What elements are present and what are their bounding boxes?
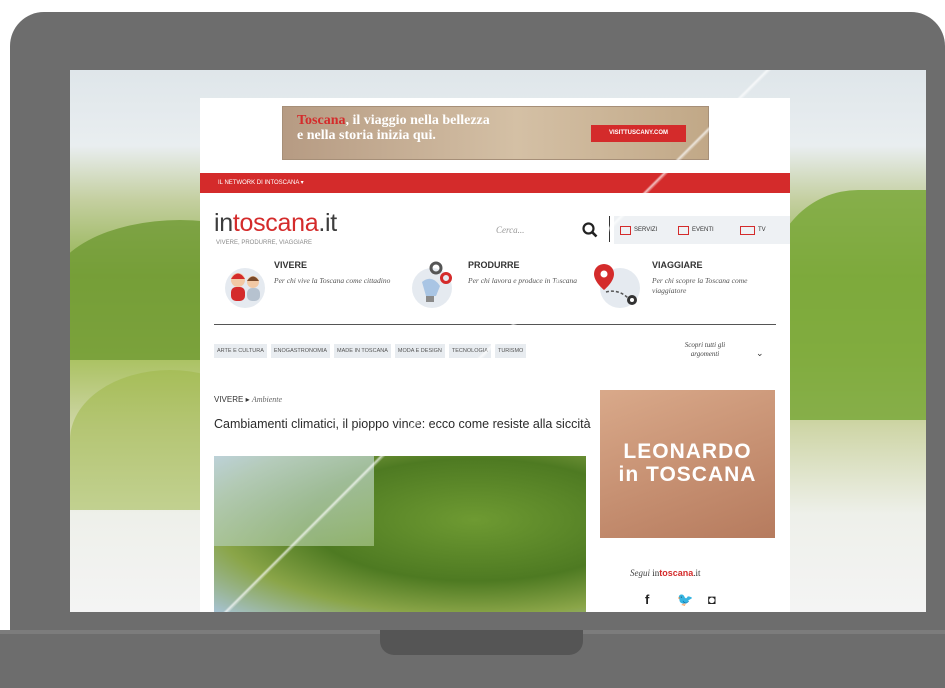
- photo-sky: [214, 456, 374, 546]
- all-topics-link[interactable]: Scopri tutti gli argomenti: [670, 341, 740, 359]
- breadcrumb-section[interactable]: VIVERE: [214, 395, 243, 404]
- breadcrumb-sub[interactable]: Ambiente: [252, 395, 282, 404]
- topic-tag[interactable]: TURISMO: [494, 344, 527, 358]
- category-desc: Per chi vive la Toscana come cittadino: [274, 276, 391, 285]
- people-icon: [225, 268, 265, 308]
- divider: [214, 324, 776, 325]
- search-input[interactable]: Cerca...: [496, 225, 524, 235]
- instagram-icon[interactable]: ◘: [708, 592, 716, 607]
- chevron-down-icon[interactable]: ⌄: [756, 348, 764, 359]
- category-title: VIAGGIARE: [652, 260, 703, 270]
- twitter-icon[interactable]: 🐦: [677, 592, 693, 608]
- website-page: Toscana, il viaggio nella bellezza e nell…: [200, 98, 790, 612]
- service-label: TV: [758, 227, 766, 233]
- laptop-frame: Toscana, il viaggio nella bellezza e nell…: [10, 12, 945, 642]
- facebook-icon[interactable]: f: [645, 592, 649, 607]
- topic-tag[interactable]: TECNOLOGIA: [448, 344, 491, 358]
- logo-tagline: VIVERE, PRODURRE, VIAGGIARE: [216, 240, 313, 246]
- service-tv[interactable]: TV: [740, 220, 766, 240]
- service-eventi[interactable]: EVENTI: [678, 220, 714, 240]
- calendar-icon: [678, 225, 689, 235]
- category-desc: Per chi scopre la Toscana come viaggiato…: [652, 276, 748, 295]
- service-servizi[interactable]: SERVIZI: [620, 220, 657, 240]
- topic-tag[interactable]: MODA E DESIGN: [394, 344, 445, 358]
- tv-icon: [740, 225, 755, 235]
- category-title: PRODURRE: [468, 260, 520, 270]
- breadcrumb: VIVERE ▸ Ambiente: [214, 395, 283, 404]
- category-desc: Per chi lavora e produce in Toscana: [468, 276, 578, 285]
- category-title: VIVERE: [274, 260, 308, 270]
- gears-icon: [412, 261, 452, 308]
- site-logo[interactable]: intoscana.it: [214, 211, 337, 236]
- service-label: SERVIZI: [634, 227, 658, 233]
- follow-brand: toscana: [659, 568, 694, 578]
- network-label[interactable]: IL NETWORK DI INTOSCANA ▾: [218, 179, 304, 186]
- topic-tag[interactable]: ARTE E CULTURA: [214, 344, 267, 358]
- ad-text: Toscana, il viaggio nella bellezza e nell…: [297, 113, 557, 143]
- calendar-icon: [620, 225, 631, 235]
- topic-tag[interactable]: ENOGASTRONOMIA: [270, 344, 331, 358]
- network-bar[interactable]: IL NETWORK DI INTOSCANA ▾: [200, 173, 790, 193]
- ad-banner[interactable]: Toscana, il viaggio nella bellezza e nell…: [282, 106, 709, 160]
- banner-line2: in TOSCANA: [618, 463, 757, 486]
- logo-suffix: .it: [318, 209, 337, 237]
- logo-brand: toscana: [232, 209, 319, 237]
- background-hill: [770, 190, 926, 420]
- follow-text: Segui: [630, 568, 650, 578]
- search-icon[interactable]: [582, 222, 598, 238]
- topic-tag[interactable]: MADE IN TOSCANA: [334, 344, 391, 358]
- leonardo-banner[interactable]: LEONARDO in TOSCANA: [600, 390, 775, 538]
- laptop-notch: [380, 630, 583, 655]
- topic-tags: ARTE E CULTURA ENOGASTRONOMIA MADE IN TO…: [214, 344, 527, 358]
- logo-prefix: in: [214, 209, 233, 237]
- follow-brand-suffix: .it: [693, 568, 701, 578]
- ad-line1: , il viaggio nella bellezza: [345, 113, 490, 128]
- screen: Toscana, il viaggio nella bellezza e nell…: [70, 70, 926, 612]
- follow-label: Segui intoscana.it: [630, 568, 701, 578]
- map-pin-icon: [594, 264, 640, 308]
- banner-line1: LEONARDO: [623, 440, 752, 463]
- ad-line2: e nella storia inizia qui.: [297, 128, 436, 143]
- service-label: EVENTI: [692, 227, 714, 233]
- divider: [609, 216, 610, 242]
- banner-text: LEONARDO in TOSCANA: [600, 440, 775, 486]
- ad-button[interactable]: VISITTUSCANY.COM: [591, 125, 686, 142]
- ad-brand: Toscana: [297, 113, 346, 128]
- article-title[interactable]: Cambiamenti climatici, il pioppo vince: …: [214, 416, 594, 432]
